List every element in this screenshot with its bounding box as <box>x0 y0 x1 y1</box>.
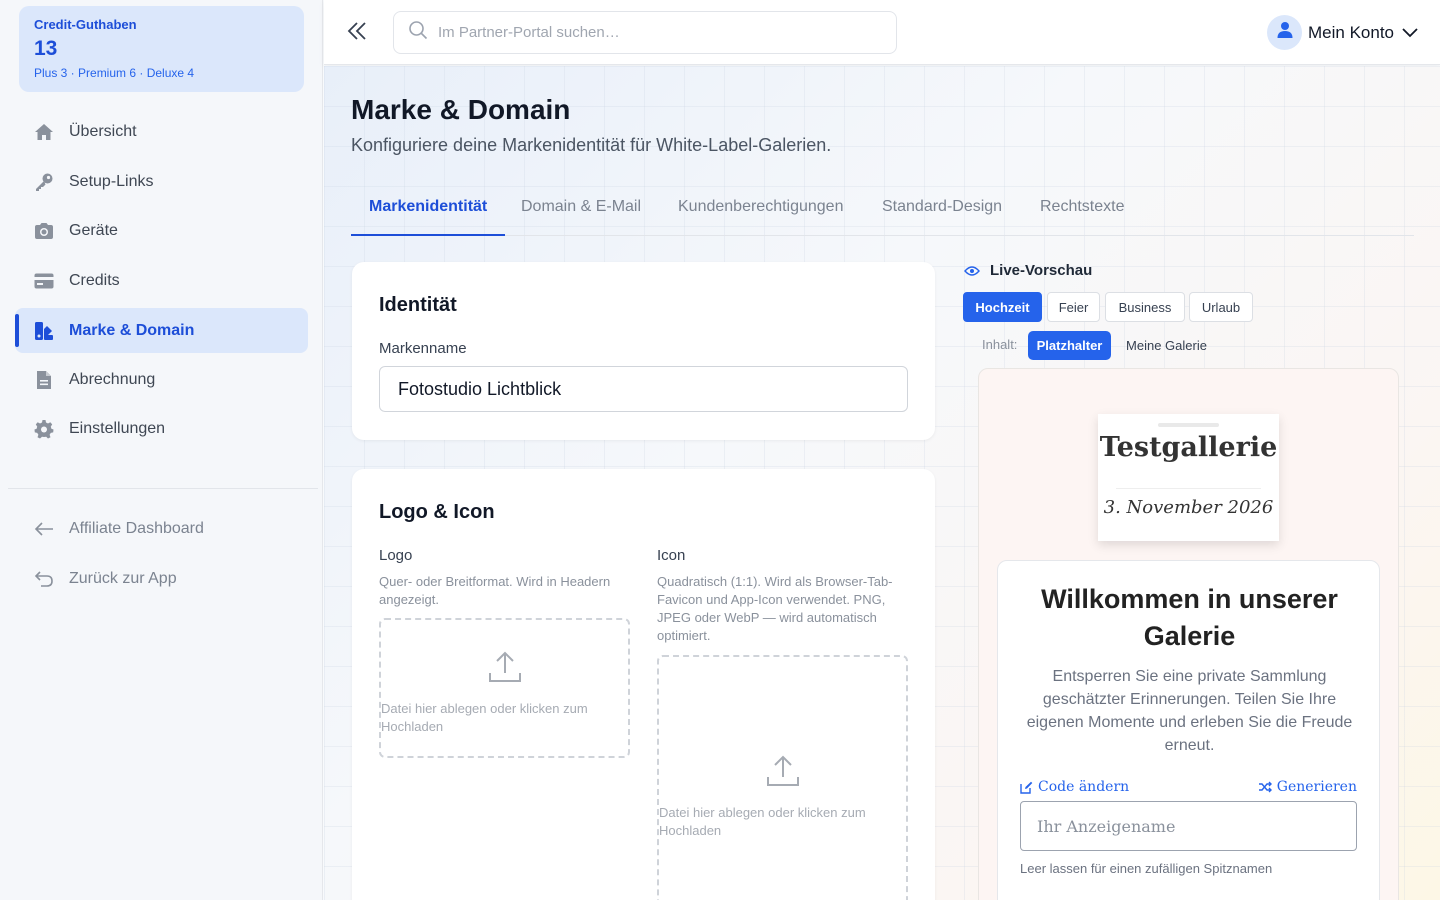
content-chip-platzhalter[interactable]: Platzhalter <box>1028 331 1111 360</box>
avatar <box>1267 15 1302 50</box>
sidebar-item-geraete[interactable]: Geräte <box>15 208 308 253</box>
top-bar: Mein Konto <box>324 0 1440 65</box>
welcome-text: Entsperren Sie eine private Sammlung ges… <box>1026 668 1353 754</box>
search-icon <box>408 20 428 45</box>
logo-help-text: Quer- oder Breitformat. Wird in Headern … <box>379 574 611 607</box>
sidebar-item-marke-domain[interactable]: Marke & Domain <box>15 308 308 353</box>
sidebar-item-label: Einstellungen <box>69 419 166 437</box>
live-preview-label: Live-Vorschau <box>990 262 1093 279</box>
user-icon <box>1277 21 1293 44</box>
tab-kundenberechtigungen[interactable]: Kundenberechtigungen <box>678 198 843 236</box>
account-label: Mein Konto <box>1308 22 1394 42</box>
icon-label: Icon <box>657 547 686 564</box>
logo-dropzone-text: Datei hier ablegen oder klicken zum Hoch… <box>381 700 588 734</box>
main-content: Marke & Domain Konfiguriere deine Marken… <box>324 66 1440 900</box>
page-title: Marke & Domain <box>351 94 571 125</box>
collapse-sidebar-button[interactable] <box>344 20 370 46</box>
gallery-cover-card: Testgallerie 3. November 2026 <box>1098 414 1279 541</box>
credit-balance-title: Credit-Guthaben <box>34 17 137 32</box>
sidebar-item-affiliate-dashboard[interactable]: Affiliate Dashboard <box>15 506 308 551</box>
invoice-icon <box>33 369 55 391</box>
gear-icon <box>33 418 55 440</box>
edit-icon <box>1020 781 1033 794</box>
sidebar-divider <box>8 488 318 489</box>
settings-tabs: Markenidentität Domain & E-Mail Kundenbe… <box>351 196 1414 236</box>
tab-rechtstexte[interactable]: Rechtstexte <box>1040 198 1124 236</box>
sidebar-item-label: Zurück zur App <box>69 569 177 587</box>
gallery-cover-bar <box>1158 423 1219 427</box>
icon-help-text: Quadratisch (1:1). Wird als Browser-Tab-… <box>657 574 893 643</box>
theme-chip-business[interactable]: Business <box>1105 292 1185 322</box>
logo-icon-card: Logo & Icon Logo Quer- oder Breitformat.… <box>352 469 935 900</box>
generate-link[interactable]: Generieren <box>1258 779 1357 795</box>
sidebar-item-label: Abrechnung <box>69 370 156 388</box>
brand-icon <box>33 320 55 342</box>
search-bar[interactable] <box>393 11 897 54</box>
sidebar-item-abrechnung[interactable]: Abrechnung <box>15 357 308 402</box>
display-name-help: Leer lassen für einen zufälligen Spitzna… <box>1020 861 1273 876</box>
generate-label: Generieren <box>1276 779 1357 795</box>
key-icon <box>33 171 55 193</box>
display-name-input[interactable] <box>1020 801 1357 851</box>
content-chip-meine-galerie[interactable]: Meine Galerie <box>1117 331 1216 360</box>
upload-icon <box>488 651 522 688</box>
search-input[interactable] <box>438 24 878 41</box>
live-preview-heading: Live-Vorschau <box>964 262 1092 279</box>
sidebar: Credit-Guthaben 13 Plus 3 · Premium 6 · … <box>0 0 323 900</box>
change-code-link[interactable]: Code ändern <box>1020 779 1129 795</box>
sidebar-item-label: Setup-Links <box>69 172 154 190</box>
upload-icon <box>766 755 800 792</box>
welcome-title: Willkommen in unserer Galerie <box>1041 584 1338 651</box>
sidebar-item-back-to-app[interactable]: Zurück zur App <box>15 556 308 601</box>
account-menu[interactable]: Mein Konto <box>1267 15 1418 50</box>
sidebar-item-label: Affiliate Dashboard <box>69 519 204 537</box>
sidebar-item-setup-links[interactable]: Setup-Links <box>15 159 308 204</box>
icon-dropzone-text: Datei hier ablegen oder klicken zum Hoch… <box>659 804 866 838</box>
arrow-left-icon <box>33 518 55 540</box>
gallery-date: 3. November 2026 <box>1103 497 1274 518</box>
credit-balance-detail: Plus 3 · Premium 6 · Deluxe 4 <box>34 66 195 80</box>
shuffle-icon <box>1258 781 1272 793</box>
chevron-down-icon <box>1402 27 1418 38</box>
tab-domain-email[interactable]: Domain & E-Mail <box>521 198 641 236</box>
home-icon <box>33 121 55 143</box>
gallery-divider <box>1116 488 1261 489</box>
sidebar-item-label: Credits <box>69 271 120 289</box>
brand-name-input[interactable] <box>379 366 908 412</box>
double-chevron-left-icon <box>346 20 368 47</box>
page-subtitle: Konfiguriere deine Markenidentität für W… <box>351 135 832 155</box>
theme-chip-urlaub[interactable]: Urlaub <box>1189 292 1253 322</box>
icon-dropzone[interactable]: Datei hier ablegen oder klicken zum Hoch… <box>657 655 908 900</box>
logo-label: Logo <box>379 547 413 564</box>
credit-card-icon <box>33 270 55 292</box>
identity-title: Identität <box>379 294 457 316</box>
gallery-title: Testgallerie <box>1099 432 1278 463</box>
theme-chip-feier[interactable]: Feier <box>1047 292 1100 322</box>
sidebar-item-credits[interactable]: Credits <box>15 258 308 303</box>
camera-icon <box>33 220 55 242</box>
credit-balance-card[interactable]: Credit-Guthaben 13 Plus 3 · Premium 6 · … <box>19 6 304 92</box>
eye-icon <box>964 265 980 277</box>
sidebar-item-label: Übersicht <box>69 122 137 140</box>
tab-markenidentitaet[interactable]: Markenidentität <box>351 198 506 236</box>
sidebar-item-label: Marke & Domain <box>69 321 195 339</box>
logo-icon-title: Logo & Icon <box>379 501 495 523</box>
tab-standard-design[interactable]: Standard-Design <box>882 198 1002 236</box>
welcome-card: Willkommen in unserer Galerie Entsperren… <box>997 560 1380 900</box>
sidebar-item-uebersicht[interactable]: Übersicht <box>15 109 308 154</box>
change-code-label: Code ändern <box>1038 779 1130 795</box>
theme-chip-hochzeit[interactable]: Hochzeit <box>963 292 1042 322</box>
content-label: Inhalt: <box>982 337 1018 352</box>
sidebar-item-label: Geräte <box>69 221 118 239</box>
sidebar-item-einstellungen[interactable]: Einstellungen <box>15 406 308 451</box>
return-icon <box>33 568 55 590</box>
logo-dropzone[interactable]: Datei hier ablegen oder klicken zum Hoch… <box>379 618 630 758</box>
identity-card: Identität Markenname <box>352 262 935 440</box>
credit-balance-count: 13 <box>34 37 58 60</box>
brand-name-label: Markenname <box>379 340 467 357</box>
